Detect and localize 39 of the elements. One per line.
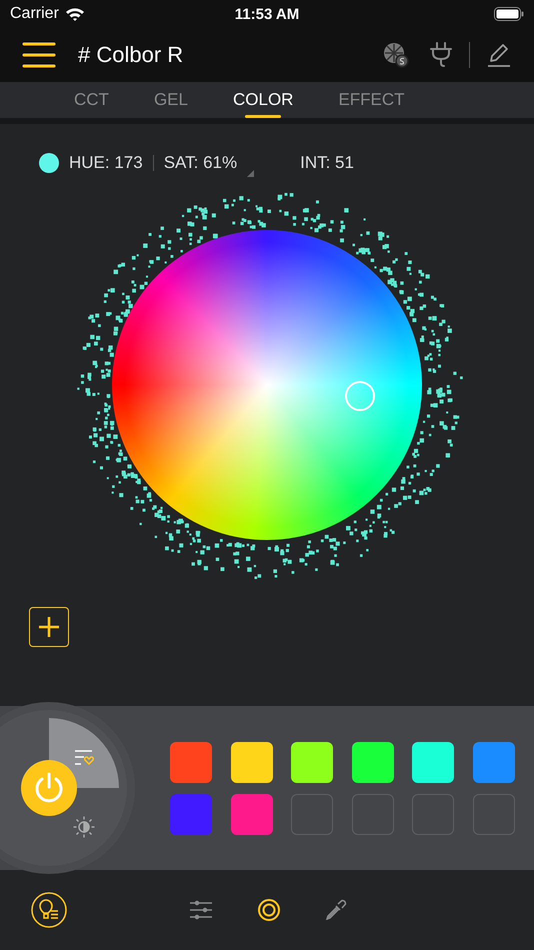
bulb-list-icon[interactable] (31, 892, 67, 928)
hue-readout: HUE: 173 (69, 153, 143, 173)
battery-icon (494, 7, 524, 21)
brightness-icon[interactable] (73, 816, 95, 838)
mode-tab[interactable]: EFFECT (338, 82, 405, 118)
wifi-icon (64, 7, 85, 21)
edit-icon[interactable] (486, 42, 512, 68)
empty-swatch[interactable] (291, 794, 333, 834)
intensity-readout: INT: 51 (300, 153, 354, 173)
sliders-icon[interactable] (189, 900, 213, 920)
mode-tab[interactable]: GEL (154, 82, 188, 118)
empty-swatch[interactable] (352, 794, 394, 834)
mode-tab[interactable]: COLOR (232, 82, 294, 118)
empty-swatch[interactable] (412, 794, 454, 834)
corner-icon (247, 170, 254, 177)
color-swatch[interactable] (170, 794, 212, 834)
menu-icon[interactable] (22, 42, 56, 68)
saturation-readout: SAT: 61% (164, 153, 238, 173)
fan-icon[interactable] (383, 42, 409, 68)
clock-time: 11:53 AM (234, 6, 300, 22)
color-swatch[interactable] (291, 742, 333, 782)
color-swatch[interactable] (472, 742, 514, 782)
carrier-label: Carrier (10, 5, 59, 23)
empty-swatch[interactable] (472, 794, 514, 834)
target-icon[interactable] (257, 898, 281, 922)
color-swatch[interactable] (230, 742, 272, 782)
device-title: # Colbor R (78, 42, 184, 68)
add-button[interactable] (29, 607, 69, 647)
favorite-list-icon (74, 750, 96, 766)
picker-handle[interactable] (345, 381, 375, 411)
mode-dial[interactable] (0, 710, 127, 866)
color-swatch[interactable] (170, 742, 212, 782)
color-swatch[interactable] (352, 742, 394, 782)
plug-icon[interactable] (429, 42, 453, 68)
eyedropper-icon[interactable] (325, 899, 347, 921)
plus-icon (38, 616, 60, 638)
color-swatch[interactable] (230, 794, 272, 834)
mode-tab[interactable]: CCT (74, 82, 109, 118)
color-swatch[interactable] (412, 742, 454, 782)
